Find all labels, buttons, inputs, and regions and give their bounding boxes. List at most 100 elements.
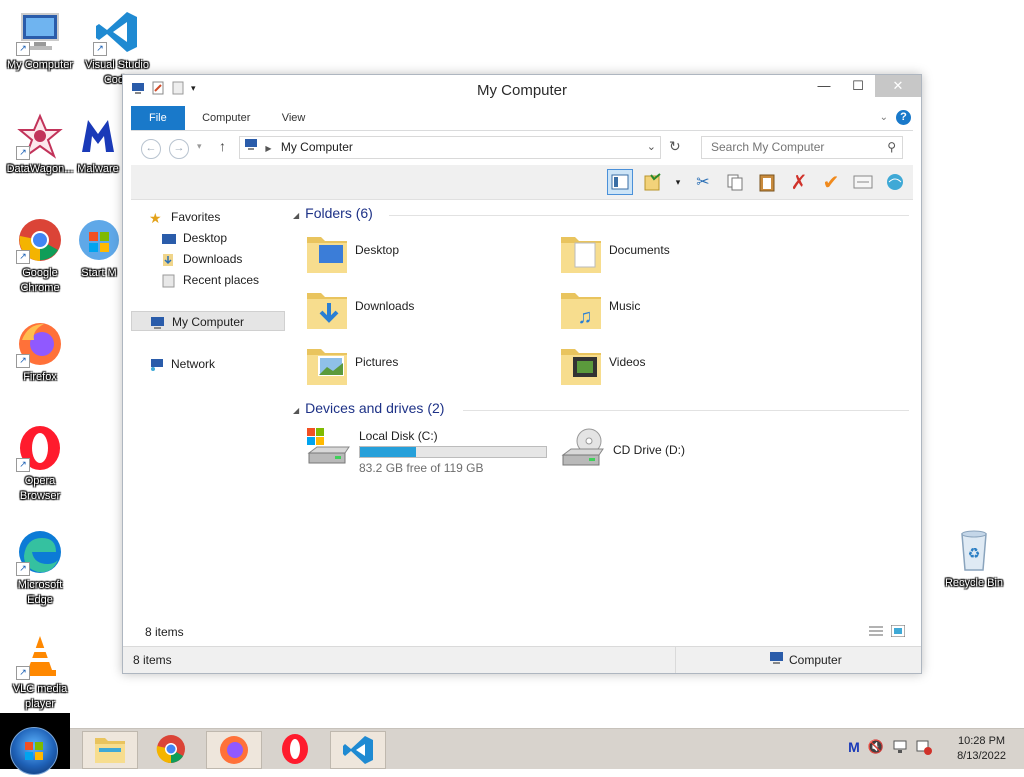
- folder-pictures[interactable]: Pictures: [305, 341, 535, 391]
- search-input[interactable]: [709, 139, 883, 155]
- properties-icon[interactable]: [851, 170, 875, 194]
- address-field[interactable]: ▶ My Computer ⌄: [239, 136, 661, 159]
- paste-icon[interactable]: [755, 170, 779, 194]
- forward-button[interactable]: →: [169, 139, 189, 159]
- svg-text:♫: ♫: [578, 306, 593, 328]
- folder-downloads[interactable]: Downloads: [305, 285, 535, 335]
- system-tray: M 🔇: [848, 739, 932, 758]
- preview-pane-icon[interactable]: [607, 169, 633, 195]
- chrome-desktop-icon[interactable]: ↗ Google Chrome: [0, 216, 80, 296]
- vlc-desktop-icon[interactable]: ↗ VLC media player: [0, 632, 80, 712]
- desktop-icon-label: Malware: [77, 163, 119, 175]
- start-menu-desktop-icon[interactable]: Start M: [72, 216, 126, 281]
- breadcrumb-current[interactable]: My Computer: [281, 140, 353, 154]
- nav-network[interactable]: Network: [149, 354, 305, 374]
- drive-cd-d[interactable]: CD Drive (D:): [559, 427, 819, 477]
- explorer-window[interactable]: ▾ My Computer — ☐ ✕ File Computer View ⌄…: [122, 74, 922, 674]
- nav-label: Downloads: [183, 252, 243, 266]
- title-bar[interactable]: ▾ My Computer — ☐ ✕: [123, 75, 921, 105]
- copy-icon[interactable]: [723, 170, 747, 194]
- dropdown-arrow-icon[interactable]: ▾: [673, 170, 683, 194]
- desktop-icon-label: Firefox: [23, 371, 57, 383]
- up-button[interactable]: ↑: [219, 138, 226, 154]
- taskbar-clock[interactable]: 10:28 PM 8/13/2022: [957, 734, 1006, 764]
- computer-icon: [150, 316, 166, 330]
- minimize-button[interactable]: —: [807, 75, 841, 97]
- address-bar-row: ← → ▾ ↑ ▶ My Computer ⌄ ↻ ⚲: [131, 135, 913, 161]
- cd-drive-icon: [559, 427, 607, 474]
- nav-my-computer[interactable]: My Computer: [131, 311, 285, 331]
- start-button[interactable]: [0, 713, 70, 775]
- folder-desktop[interactable]: Desktop: [305, 229, 535, 279]
- edge-desktop-icon[interactable]: ↗ Microsoft Edge: [0, 528, 80, 608]
- expand-ribbon-icon[interactable]: ⌄: [880, 112, 888, 123]
- desktop-icon-label: VLC media player: [12, 683, 68, 710]
- back-button[interactable]: ←: [141, 139, 161, 159]
- close-button[interactable]: ✕: [875, 75, 921, 97]
- collapse-icon[interactable]: ◢: [293, 211, 299, 220]
- nav-label: My Computer: [172, 315, 245, 329]
- tab-view[interactable]: View: [268, 106, 320, 130]
- taskbar-firefox[interactable]: [206, 731, 262, 769]
- select-all-icon[interactable]: [641, 170, 665, 194]
- my-computer-desktop-icon[interactable]: ↗ My Computer: [0, 8, 80, 73]
- tab-file[interactable]: File: [131, 106, 185, 130]
- folder-name: Videos: [609, 355, 646, 369]
- taskbar-opera[interactable]: [268, 731, 322, 767]
- firefox-desktop-icon[interactable]: ↗ Firefox: [0, 320, 80, 385]
- desktop-icon-label: Start M: [81, 267, 117, 279]
- search-icon[interactable]: ⚲: [887, 137, 896, 158]
- computer-icon: ↗: [16, 8, 64, 56]
- cut-icon[interactable]: ✂: [691, 170, 715, 194]
- svg-text:♻: ♻: [968, 545, 981, 561]
- volume-muted-icon[interactable]: 🔇: [868, 739, 884, 758]
- details-view-icon[interactable]: [869, 625, 883, 640]
- vscode-icon: [343, 736, 373, 764]
- taskbar-chrome[interactable]: [144, 731, 198, 767]
- datawagon-desktop-icon[interactable]: ↗ DataWagon...: [0, 112, 80, 177]
- malwarebytes-desktop-icon[interactable]: Malware: [70, 112, 126, 177]
- folder-documents[interactable]: Documents: [559, 229, 789, 279]
- network-globe-icon[interactable]: [883, 170, 907, 194]
- taskbar-vscode[interactable]: [330, 731, 386, 769]
- network-tray-icon[interactable]: [892, 739, 908, 758]
- nav-label: Desktop: [183, 231, 228, 245]
- delete-icon[interactable]: ✗: [787, 170, 811, 194]
- help-icon[interactable]: ?: [896, 110, 911, 125]
- clock-time: 10:28 PM: [957, 735, 1006, 747]
- drives-group-header[interactable]: ◢ Devices and drives (2): [293, 400, 909, 420]
- action-center-icon[interactable]: [916, 739, 932, 758]
- refresh-button[interactable]: ↻: [669, 138, 681, 155]
- folder-icon: [559, 341, 603, 387]
- folder-icon: [305, 341, 349, 387]
- folders-group-header[interactable]: ◢ Folders (6): [293, 205, 909, 225]
- search-box[interactable]: ⚲: [701, 136, 903, 159]
- vscode-icon: ↗: [93, 8, 141, 56]
- malwarebytes-tray-icon[interactable]: M: [848, 739, 860, 758]
- network-icon: [149, 358, 165, 372]
- status-location: Computer: [769, 647, 842, 674]
- taskbar-explorer[interactable]: [82, 731, 138, 769]
- recent-locations-icon[interactable]: ▾: [197, 141, 202, 152]
- nav-favorites[interactable]: ★ Favorites: [149, 207, 305, 227]
- ribbon-tabs: File Computer View ⌄ ?: [131, 106, 913, 131]
- tab-computer[interactable]: Computer: [188, 106, 264, 130]
- command-toolbar: ▾ ✂ ✗ ✔: [131, 165, 913, 200]
- folder-name: Desktop: [355, 243, 400, 257]
- start-menu-icon: [75, 216, 123, 264]
- maximize-button[interactable]: ☐: [841, 75, 875, 97]
- folder-music[interactable]: ♫ Music: [559, 285, 789, 335]
- large-icons-view-icon[interactable]: [890, 624, 906, 640]
- recycle-bin-desktop-icon[interactable]: ♻ Recycle Bin: [934, 526, 1014, 591]
- collapse-icon[interactable]: ◢: [293, 406, 299, 415]
- folder-name: Downloads: [355, 299, 415, 313]
- rename-icon[interactable]: ✔: [819, 170, 843, 194]
- breadcrumb-separator-icon[interactable]: ▶: [265, 144, 271, 153]
- opera-desktop-icon[interactable]: ↗ Opera Browser: [0, 424, 80, 504]
- item-count: 8 items: [145, 625, 184, 639]
- nav-label: Recent places: [183, 273, 260, 287]
- folder-icon: [305, 285, 349, 331]
- drive-local-disk-c[interactable]: Local Disk (C:) 83.2 GB free of 119 GB: [305, 427, 565, 477]
- address-dropdown-icon[interactable]: ⌄: [647, 137, 656, 158]
- folder-videos[interactable]: Videos: [559, 341, 789, 391]
